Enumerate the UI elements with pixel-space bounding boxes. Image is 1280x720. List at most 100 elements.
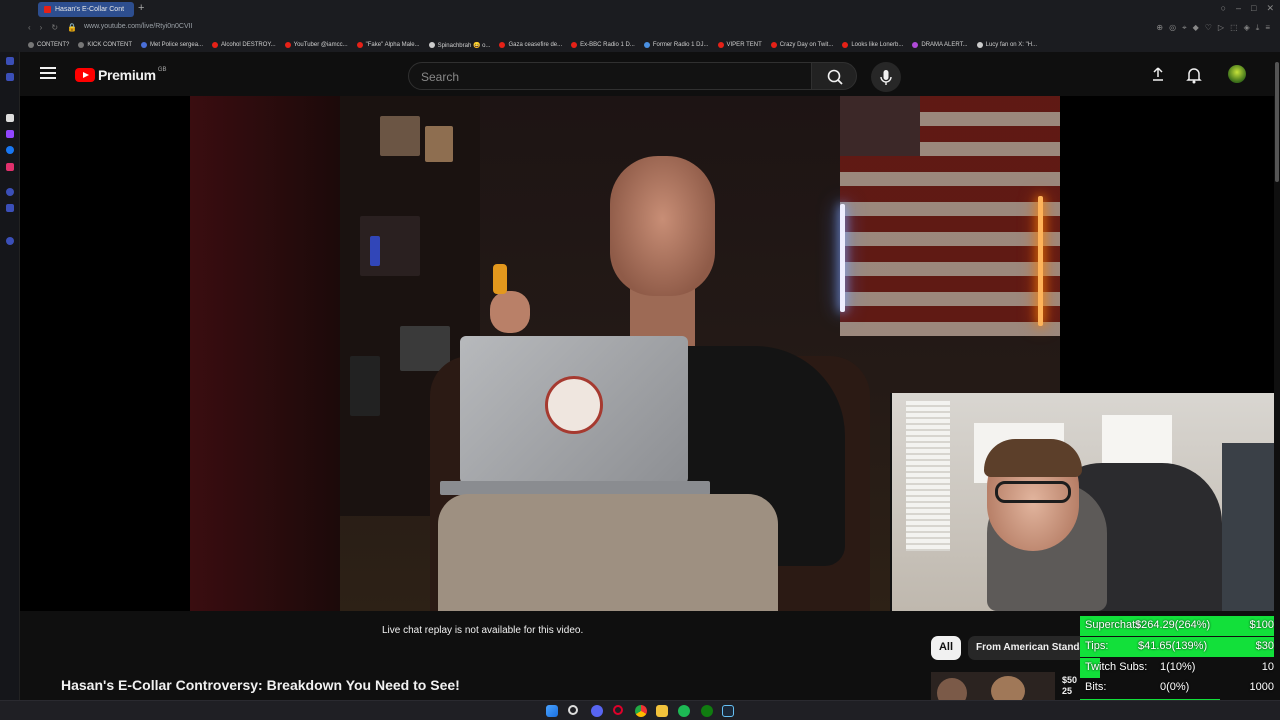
bookmark-item[interactable]: Met Police sergea... bbox=[141, 42, 203, 48]
zoom-icon[interactable]: ⊕ bbox=[1156, 23, 1163, 33]
bookmark-item[interactable]: YouTuber @iamcc... bbox=[284, 42, 348, 48]
bookmark-label: Gaza ceasefire de... bbox=[508, 42, 563, 48]
wallet-icon[interactable]: ◈ bbox=[1244, 23, 1250, 33]
goal-label: Bits: bbox=[1085, 681, 1107, 694]
back-icon[interactable]: ‹ bbox=[28, 23, 31, 32]
url-field[interactable]: www.youtube.com/live/Rtyi0n0CVII bbox=[84, 23, 193, 30]
pin-icon[interactable]: ⌖ bbox=[1182, 23, 1187, 33]
bookmark-item[interactable]: KICK CONTENT bbox=[78, 42, 132, 48]
browser-tab-bar: Hasan's E-Collar Cont + ○ – □ ✕ bbox=[0, 0, 1280, 19]
sidebar-instagram-icon[interactable] bbox=[6, 163, 14, 171]
bookmark-item[interactable]: Spinachbrah 😄 o... bbox=[428, 42, 490, 49]
close-window-button[interactable]: ✕ bbox=[1266, 3, 1274, 14]
xbox-icon[interactable] bbox=[701, 705, 713, 717]
file-explorer-icon[interactable] bbox=[656, 705, 668, 717]
goal-row: Superchats: $264.29(264%) $100 bbox=[1080, 616, 1280, 636]
menu-dots-icon[interactable]: ≡ bbox=[1265, 23, 1270, 33]
snapshot-icon[interactable]: ◎ bbox=[1169, 23, 1176, 33]
chip-from-channel[interactable]: From American Standard bbox=[968, 636, 1080, 660]
bookmark-item[interactable]: VIPER TENT bbox=[717, 42, 762, 48]
play-icon[interactable]: ▷ bbox=[1218, 23, 1224, 33]
bookmark-item[interactable]: Alcohol DESTROY... bbox=[212, 42, 276, 48]
search-button[interactable] bbox=[811, 62, 857, 90]
avatar[interactable] bbox=[1228, 65, 1246, 83]
related-video-meta: $50 25 bbox=[1062, 675, 1077, 697]
tab-youtube[interactable]: Hasan's E-Collar Cont bbox=[38, 2, 134, 17]
youtube-favicon-icon bbox=[44, 6, 51, 13]
bookmark-label: "Fake" Alpha Male... bbox=[365, 42, 420, 48]
maximize-button[interactable]: □ bbox=[1251, 3, 1256, 14]
bookmark-item[interactable]: Crazy Day on Twit... bbox=[770, 42, 834, 48]
bookmark-favicon-icon bbox=[428, 42, 435, 48]
steam-icon[interactable] bbox=[722, 705, 734, 717]
goal-value: 0(0%) bbox=[1160, 681, 1190, 694]
bell-icon[interactable] bbox=[1186, 66, 1202, 84]
bookmark-favicon-icon bbox=[284, 42, 291, 48]
laptop-logo bbox=[545, 376, 603, 434]
youtube-premium-logo[interactable]: Premium GB bbox=[75, 67, 166, 83]
sidebar-messenger-icon[interactable] bbox=[6, 146, 14, 154]
bookmark-label: VIPER TENT bbox=[726, 42, 762, 48]
related-video-thumbnail[interactable] bbox=[931, 672, 1055, 700]
minimize-button[interactable]: – bbox=[1236, 3, 1241, 14]
taskbar-search-icon[interactable] bbox=[568, 705, 578, 715]
logo-text: Premium bbox=[98, 67, 156, 83]
bookmark-item[interactable]: DRAMA ALERT... bbox=[912, 42, 968, 48]
webcam-overlay bbox=[890, 393, 1274, 611]
shield-icon[interactable]: ◆ bbox=[1193, 23, 1199, 33]
bookmark-favicon-icon bbox=[571, 42, 578, 48]
goal-row: Tips: $41.65(139%) $30 bbox=[1080, 636, 1280, 657]
spotify-icon[interactable] bbox=[678, 705, 690, 717]
windows-start-icon[interactable] bbox=[546, 705, 558, 717]
chip-all[interactable]: All bbox=[931, 636, 961, 660]
search-input[interactable]: Search bbox=[408, 62, 812, 90]
related-price: $50 bbox=[1062, 675, 1078, 685]
tab-title: Hasan's E-Collar Cont bbox=[55, 6, 125, 13]
bookmark-item[interactable]: "Fake" Alpha Male... bbox=[356, 42, 420, 48]
lock-icon: 🔒 bbox=[67, 23, 78, 32]
sidebar-ai-icon[interactable] bbox=[6, 114, 14, 122]
discord-icon[interactable] bbox=[591, 705, 603, 717]
chrome-icon[interactable] bbox=[635, 705, 647, 717]
bookmark-label: YouTuber @iamcc... bbox=[293, 42, 348, 48]
bookmark-favicon-icon bbox=[499, 42, 506, 48]
bookmark-item[interactable]: Lucy fan on X: "H... bbox=[976, 42, 1037, 48]
search-tabs-icon[interactable]: ○ bbox=[1221, 3, 1226, 14]
opera-icon[interactable] bbox=[613, 705, 623, 715]
sidebar-history-icon[interactable] bbox=[6, 73, 14, 81]
bookmark-favicon-icon bbox=[212, 42, 219, 48]
new-tab-button[interactable]: + bbox=[138, 2, 144, 14]
bookmark-label: Crazy Day on Twit... bbox=[779, 42, 834, 48]
goal-label: Tips: bbox=[1085, 639, 1109, 652]
bookmark-item[interactable]: CONTENT? bbox=[28, 42, 69, 48]
heart-icon[interactable]: ♡ bbox=[1205, 23, 1212, 33]
bookmark-label: DRAMA ALERT... bbox=[921, 42, 968, 48]
goal-row: Twitch Subs: 1(10%) 10 bbox=[1080, 657, 1280, 678]
sidebar-twitch-icon[interactable] bbox=[6, 130, 14, 138]
related-price-sub: 25 bbox=[1062, 686, 1073, 696]
bookmark-favicon-icon bbox=[643, 42, 650, 48]
bookmark-favicon-icon bbox=[78, 42, 85, 48]
voice-search-button[interactable] bbox=[871, 62, 901, 92]
sidebar-download-icon[interactable] bbox=[6, 204, 14, 212]
bookmark-item[interactable]: Gaza ceasefire de... bbox=[499, 42, 562, 48]
extension-icon[interactable]: ⬚ bbox=[1230, 23, 1238, 33]
sidebar-bookmark-icon[interactable] bbox=[6, 57, 14, 65]
bookmark-label: Former Radio 1 DJ... bbox=[652, 42, 709, 48]
bookmark-item[interactable]: Ex-BBC Radio 1 D... bbox=[571, 42, 635, 48]
bookmark-favicon-icon bbox=[717, 42, 724, 48]
sidebar-clock-icon[interactable] bbox=[6, 188, 14, 196]
download-icon[interactable]: ⤓ bbox=[1256, 23, 1260, 33]
hamburger-icon[interactable] bbox=[40, 67, 56, 79]
forward-icon[interactable]: › bbox=[40, 23, 43, 32]
reload-icon[interactable]: ↻ bbox=[51, 23, 58, 32]
bookmark-item[interactable]: Looks like Lonerb... bbox=[842, 42, 903, 48]
goal-row: Bits: 0(0%) 1000 bbox=[1080, 678, 1280, 698]
scrollbar-thumb[interactable] bbox=[1275, 62, 1279, 182]
upload-icon[interactable] bbox=[1150, 66, 1166, 82]
bookmark-favicon-icon bbox=[141, 42, 148, 48]
sidebar-settings-icon[interactable] bbox=[6, 237, 14, 245]
browser-sidebar bbox=[0, 0, 20, 700]
windows-taskbar bbox=[0, 700, 1280, 720]
bookmark-item[interactable]: Former Radio 1 DJ... bbox=[643, 42, 709, 48]
